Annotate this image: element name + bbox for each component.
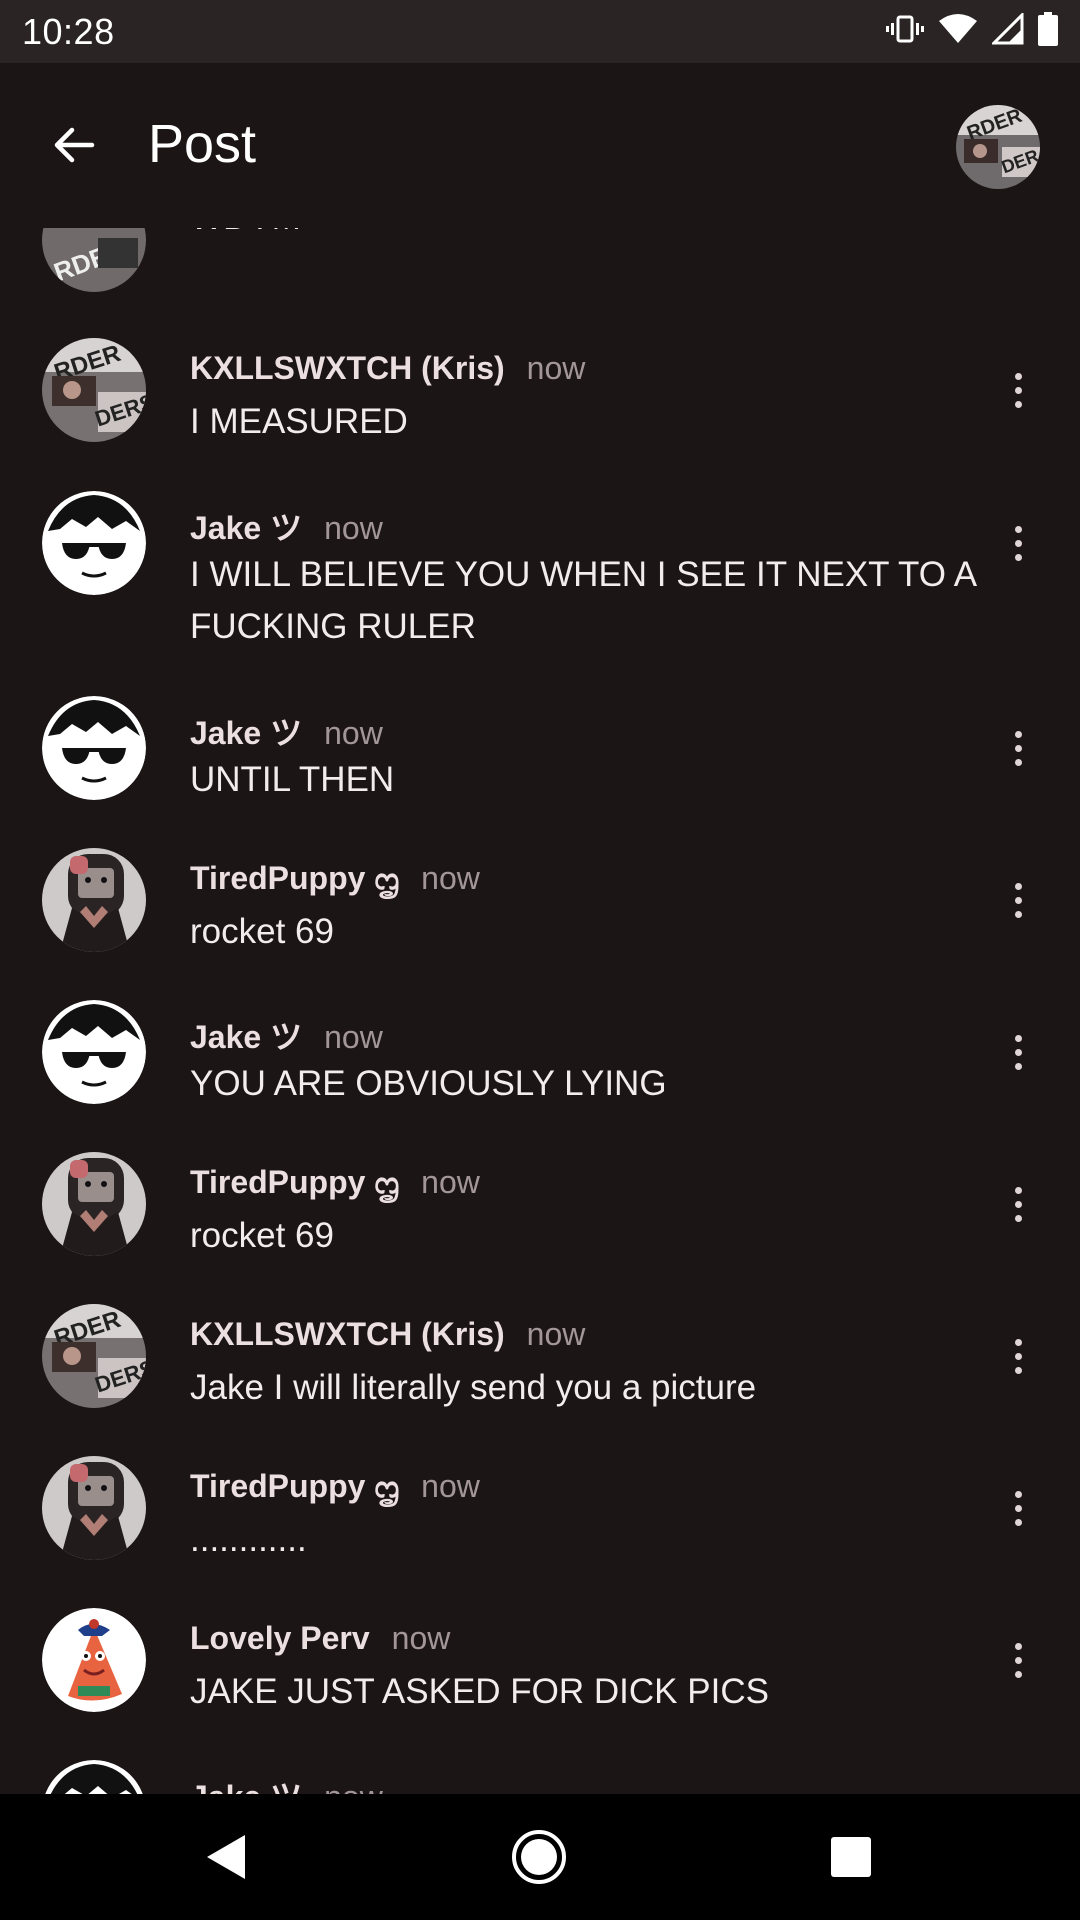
- wifi-icon: [938, 13, 978, 50]
- avatar[interactable]: RDER: [42, 228, 146, 292]
- message-text: UNTIL THEN: [190, 760, 395, 799]
- message-header: TiredPuppy ᦗ now: [190, 1468, 480, 1507]
- avatar[interactable]: [42, 1456, 146, 1560]
- timestamp: now: [421, 1164, 480, 1200]
- message-text: YOU ARE OBVIOUSLY LYING: [190, 1064, 667, 1103]
- avatar[interactable]: RDER DERS: [42, 1304, 146, 1408]
- username[interactable]: Jake ツ: [190, 1012, 302, 1058]
- message-header: Lovely Perv now: [190, 1620, 450, 1657]
- more-options-button[interactable]: [1000, 1174, 1036, 1234]
- more-options-button[interactable]: [1000, 513, 1036, 573]
- more-options-button[interactable]: [1000, 228, 1036, 232]
- message-text: ............: [190, 1520, 307, 1559]
- page-title: Post: [148, 114, 257, 174]
- navigation-bar: [0, 1794, 1080, 1920]
- nav-back-button[interactable]: [192, 1824, 258, 1890]
- username[interactable]: Jake ツ: [190, 503, 302, 549]
- username[interactable]: KXLLSWXTCH (Kris): [190, 350, 505, 387]
- message-header: Jake ツ now: [190, 503, 383, 549]
- nav-home-icon: [512, 1830, 566, 1884]
- avatar[interactable]: [42, 848, 146, 952]
- status-icons: [886, 11, 1058, 51]
- avatar[interactable]: [42, 1760, 146, 1794]
- message-header: Jake ツ now: [190, 1012, 383, 1058]
- avatar[interactable]: [42, 696, 146, 800]
- avatar[interactable]: [42, 1000, 146, 1104]
- username[interactable]: TiredPuppy ᦗ: [190, 860, 399, 899]
- message-header: KXLLSWXTCH (Kris) now: [190, 350, 585, 387]
- username[interactable]: TiredPuppy ᦗ: [190, 1468, 399, 1507]
- nav-recents-icon: [831, 1837, 871, 1877]
- timestamp: now: [526, 350, 586, 386]
- username[interactable]: Lovely Perv: [190, 1620, 370, 1657]
- more-options-button[interactable]: [1000, 1022, 1036, 1082]
- timestamp: now: [421, 1468, 480, 1504]
- message-text: JAKE JUST ASKED FOR DICK PICS: [190, 1672, 769, 1711]
- username[interactable]: KXLLSWXTCH (Kris): [190, 1316, 505, 1353]
- app-bar: Post RDER DER: [0, 63, 1080, 228]
- message-header: Jake ツ now: [190, 708, 383, 754]
- battery-icon: [1038, 12, 1058, 51]
- message-text: Jake I will literally send you a picture: [190, 1368, 757, 1407]
- back-button[interactable]: [46, 117, 102, 173]
- avatar[interactable]: [42, 1608, 146, 1712]
- timestamp: now: [391, 1620, 451, 1656]
- more-options-button[interactable]: [1000, 870, 1036, 930]
- username[interactable]: TiredPuppy ᦗ: [190, 1164, 399, 1203]
- vibrate-icon: [886, 14, 924, 49]
- avatar[interactable]: RDER DERS: [42, 338, 146, 442]
- message-text: WDYM: [190, 228, 990, 244]
- more-options-button[interactable]: [1000, 1326, 1036, 1386]
- timestamp: now: [324, 715, 383, 751]
- nav-home-button[interactable]: [506, 1824, 572, 1890]
- message-text: I WILL BELIEVE YOU WHEN I SEE IT NEXT TO…: [190, 555, 976, 646]
- message-text: I MEASURED: [190, 402, 408, 441]
- username[interactable]: Jake ツ: [190, 1772, 302, 1794]
- nav-back-icon: [207, 1835, 245, 1879]
- message-header: KXLLSWXTCH (Kris) now: [190, 1316, 585, 1353]
- comment-feed[interactable]: RDER WDYM RDERDERS KXLLSWXTCH (Kris) now…: [0, 228, 1080, 1794]
- username[interactable]: Jake ツ: [190, 708, 302, 754]
- cell-signal-icon: [990, 11, 1024, 50]
- arrow-back-icon: [54, 127, 95, 163]
- timestamp: now: [324, 510, 383, 546]
- nav-recents-button[interactable]: [818, 1824, 884, 1890]
- more-options-button[interactable]: [1000, 1478, 1036, 1538]
- message-header: Jake ツ now: [190, 1772, 383, 1794]
- timestamp: now: [421, 860, 480, 896]
- avatar[interactable]: [42, 1152, 146, 1256]
- avatar[interactable]: [42, 491, 146, 595]
- timestamp: now: [324, 1779, 383, 1794]
- more-options-button[interactable]: [1000, 1630, 1036, 1690]
- message-text: rocket 69: [190, 1216, 334, 1255]
- profile-avatar[interactable]: RDER DER: [956, 105, 1040, 189]
- more-options-button[interactable]: [1000, 718, 1036, 778]
- timestamp: now: [526, 1316, 586, 1352]
- message-header: TiredPuppy ᦗ now: [190, 1164, 480, 1203]
- timestamp: now: [324, 1019, 383, 1055]
- message-header: TiredPuppy ᦗ now: [190, 860, 480, 899]
- message-text: rocket 69: [190, 912, 334, 951]
- status-bar: 10:28: [0, 0, 1080, 63]
- more-options-button[interactable]: [1000, 360, 1036, 420]
- status-time: 10:28: [22, 10, 115, 52]
